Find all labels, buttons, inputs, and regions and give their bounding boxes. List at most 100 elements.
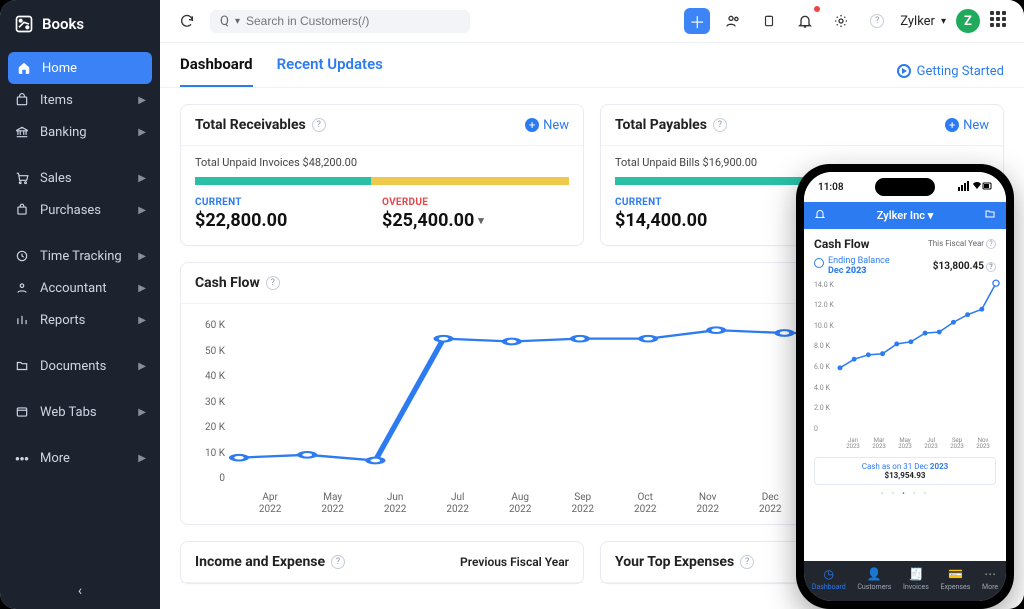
phone-bell-icon[interactable] [814, 208, 826, 223]
refresh-button[interactable] [174, 8, 200, 34]
cashflow-y-axis: 60 K50 K40 K30 K20 K10 K0 [195, 320, 225, 484]
sidebar-item-banking[interactable]: Banking ▶ [0, 116, 160, 148]
circle-icon [814, 258, 824, 268]
reports-icon [14, 312, 30, 328]
getting-started-link[interactable]: Getting Started [897, 64, 1004, 79]
phone-asof-label: Cash as on 31 Dec 2023 [819, 462, 991, 471]
chevron-right-icon: ▶ [138, 315, 146, 326]
documents-icon [14, 358, 30, 374]
phone-fiscal-selector[interactable]: This Fiscal Year ? [928, 239, 996, 249]
plus-icon: ＋ [689, 9, 705, 33]
play-circle-icon [897, 64, 911, 78]
notifications-button[interactable] [792, 8, 818, 34]
sidebar-item-label: Home [42, 61, 77, 76]
sidebar-item-web-tabs[interactable]: Web Tabs ▶ [0, 396, 160, 428]
chevron-right-icon: ▶ [138, 453, 146, 464]
avatar-letter: Z [964, 14, 972, 29]
receivables-title: Total Receivables [195, 117, 306, 133]
brand[interactable]: Books [0, 0, 160, 52]
phone-notch [875, 178, 935, 196]
gauge-icon: ◷ [824, 567, 834, 581]
search-container[interactable]: Q ▾ [210, 10, 470, 33]
receivables-bar-overdue [371, 177, 569, 185]
sidebar-item-time-tracking[interactable]: Time Tracking ▶ [0, 240, 160, 272]
chevron-right-icon: ▶ [138, 251, 146, 262]
help-icon[interactable]: ? [312, 118, 326, 132]
receivables-overdue-dropdown[interactable]: $25,400.00 ▾ [382, 210, 569, 231]
phone-folder-icon[interactable] [984, 208, 996, 223]
web-tabs-icon [14, 404, 30, 420]
search-icon: Q [220, 14, 229, 29]
help-icon: ? [986, 239, 996, 249]
plus-circle-icon: + [945, 118, 959, 132]
phone-page-dots[interactable]: • • • • • [814, 485, 996, 502]
org-switcher[interactable]: Zylker ▾ [900, 14, 946, 29]
chevron-right-icon: ▶ [138, 361, 146, 372]
phone-plot [840, 281, 996, 433]
sidebar-item-label: More [40, 451, 70, 466]
chevron-right-icon: ▶ [138, 407, 146, 418]
receivables-bar-current [195, 177, 371, 185]
new-label: New [963, 118, 989, 133]
help-icon[interactable]: ? [331, 555, 345, 569]
document-icon: 🧾 [908, 567, 923, 581]
sidebar-item-reports[interactable]: Reports ▶ [0, 304, 160, 336]
phone-cash-as-on: Cash as on 31 Dec 2023 $13,954.93 [814, 457, 996, 485]
sidebar-item-label: Sales [40, 171, 72, 186]
chevron-down-icon: ▾ [941, 16, 946, 27]
settings-button[interactable] [828, 8, 854, 34]
chevron-down-icon: ▾ [928, 209, 934, 222]
chevron-right-icon: ▶ [138, 127, 146, 138]
phone-nav-dashboard[interactable]: ◷Dashboard [812, 567, 846, 591]
phone-nav-expenses[interactable]: 💳Expenses [940, 567, 970, 591]
help-icon[interactable]: ? [986, 262, 996, 272]
phone-nav-customers[interactable]: 👤Customers [857, 567, 891, 591]
sales-icon [14, 170, 30, 186]
avatar[interactable]: Z [956, 9, 980, 33]
users-button[interactable] [720, 8, 746, 34]
phone-nav-invoices[interactable]: 🧾Invoices [903, 567, 929, 591]
topbar: Q ▾ ＋ ? Zylker ▾ Z [160, 0, 1024, 43]
sidebar-item-documents[interactable]: Documents ▶ [0, 350, 160, 382]
help-icon[interactable]: ? [266, 276, 280, 290]
banking-icon [14, 124, 30, 140]
sidebar-item-accountant[interactable]: Accountant ▶ [0, 272, 160, 304]
tab-dashboard[interactable]: Dashboard [180, 55, 253, 87]
sidebar-item-more[interactable]: ••• More ▶ [0, 442, 160, 474]
phone-org-switcher[interactable]: Zylker Inc ▾ [832, 209, 978, 222]
payables-new-button[interactable]: + New [945, 118, 989, 133]
payables-current-value: $14,400.00 [615, 210, 802, 231]
help-button[interactable]: ? [864, 8, 890, 34]
help-icon[interactable]: ? [740, 555, 754, 569]
phone-nav-more[interactable]: ⋯More [982, 567, 998, 591]
sidebar-item-label: Purchases [40, 203, 101, 218]
plus-circle-icon: + [525, 118, 539, 132]
apps-launcher[interactable] [990, 11, 1010, 31]
current-label: CURRENT [195, 197, 382, 208]
search-scope-dropdown-icon: ▾ [235, 16, 240, 27]
receivables-new-button[interactable]: + New [525, 118, 569, 133]
help-icon[interactable]: ? [713, 118, 727, 132]
sidebar-item-home[interactable]: Home [8, 52, 152, 84]
chevron-down-icon: ▾ [478, 214, 484, 227]
sidebar-collapse[interactable]: ‹ [0, 573, 160, 609]
search-input[interactable] [246, 14, 460, 28]
tab-recent-updates[interactable]: Recent Updates [277, 55, 383, 87]
sidebar-item-label: Documents [40, 359, 106, 374]
quick-create-button[interactable]: ＋ [684, 8, 710, 34]
sidebar-item-label: Reports [40, 313, 85, 328]
announcements-button[interactable] [756, 8, 782, 34]
bell-icon [797, 13, 813, 29]
sidebar-item-label: Items [40, 93, 73, 108]
home-icon [16, 60, 32, 76]
sidebar-item-sales[interactable]: Sales ▶ [0, 162, 160, 194]
sidebar-item-purchases[interactable]: Purchases ▶ [0, 194, 160, 226]
sidebar-item-items[interactable]: Items ▶ [0, 84, 160, 116]
phone-chart: 14.0 K12.0 K10.0 K8.0 K6.0 K4.0 K2.0 K0 … [814, 281, 996, 451]
phone-points-icon [840, 281, 996, 433]
more-icon: ••• [14, 450, 30, 466]
phone-ending-balance-value: $13,800.45 ? [933, 261, 996, 272]
income-expense-period[interactable]: Previous Fiscal Year [460, 555, 569, 569]
phone-header: Zylker Inc ▾ [804, 202, 1006, 229]
getting-started-label: Getting Started [917, 64, 1004, 79]
